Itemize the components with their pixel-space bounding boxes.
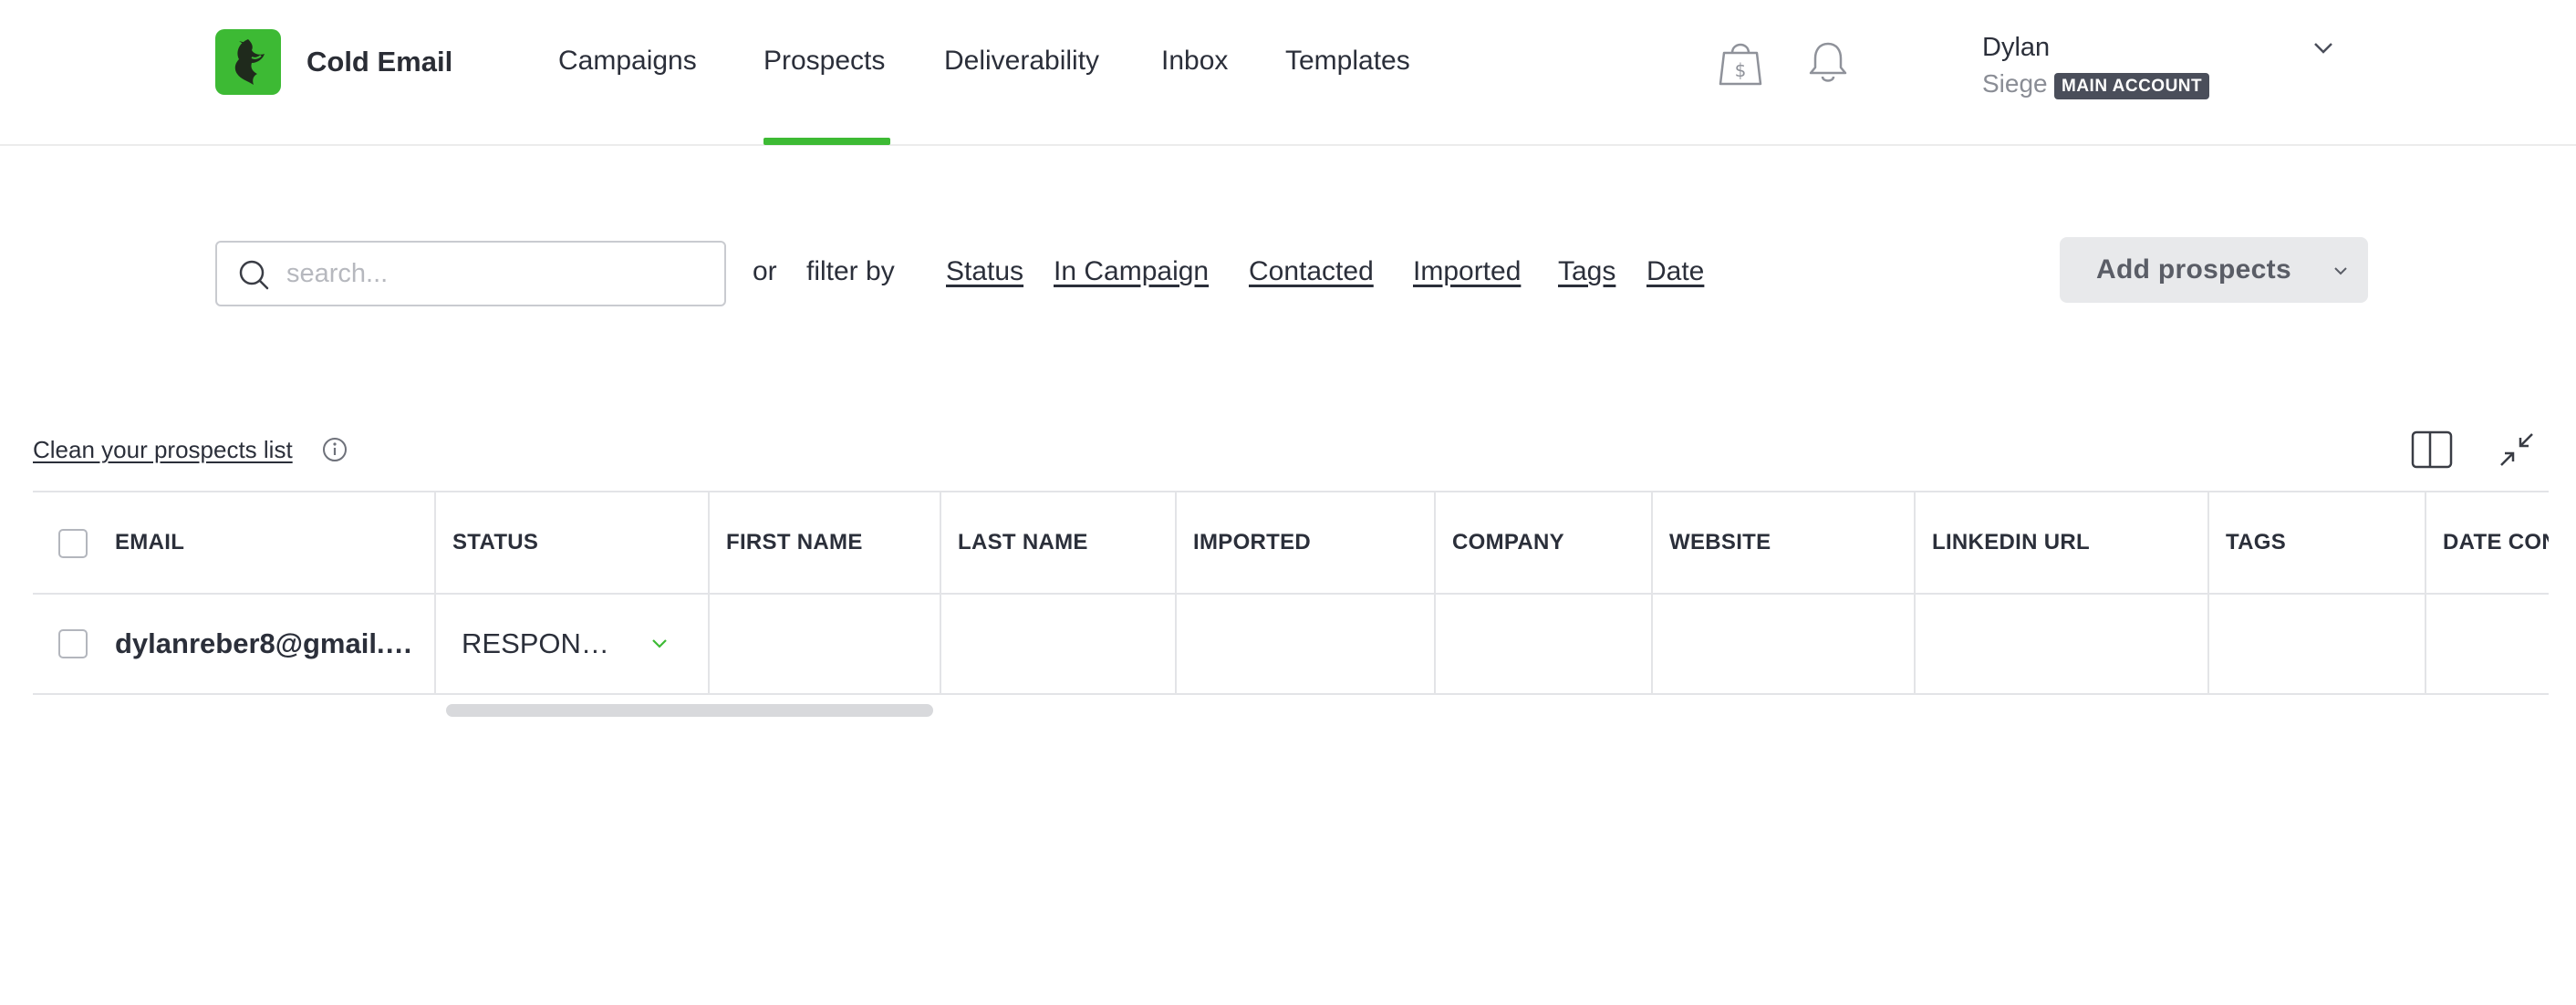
clean-prospects-link[interactable]: Clean your prospects list <box>33 436 293 464</box>
filter-status[interactable]: Status <box>946 256 1023 287</box>
table-cell-status[interactable]: RESPONDED <box>462 627 626 660</box>
select-all-checkbox[interactable] <box>58 529 88 558</box>
table-cell-email[interactable]: dylanreber8@gmail.com <box>115 627 416 660</box>
active-nav-indicator <box>763 138 890 145</box>
column-header-email[interactable]: EMAIL <box>115 530 184 555</box>
row-divider <box>33 593 2549 595</box>
account-badge: MAIN ACCOUNT <box>2054 73 2210 99</box>
filter-contacted[interactable]: Contacted <box>1249 256 1374 287</box>
user-first-name[interactable]: Dylan <box>1982 33 2050 63</box>
horizontal-scrollbar[interactable] <box>446 704 933 717</box>
nav-deliverability[interactable]: Deliverability <box>944 46 1099 77</box>
column-header-imported[interactable]: IMPORTED <box>1193 530 1311 555</box>
nav-inbox[interactable]: Inbox <box>1161 46 1228 77</box>
add-prospects-button[interactable]: Add prospects <box>2060 237 2368 303</box>
search-icon <box>239 260 269 290</box>
top-header: Cold Email Campaigns Prospects Deliverab… <box>0 0 2576 146</box>
filter-date[interactable]: Date <box>1646 256 1704 287</box>
search-input[interactable] <box>286 252 706 295</box>
filter-tags[interactable]: Tags <box>1558 256 1615 287</box>
nav-prospects[interactable]: Prospects <box>763 46 885 77</box>
row-select-checkbox[interactable] <box>58 629 88 658</box>
brand-name: Cold Email <box>306 46 453 78</box>
filter-by-label: filter by <box>806 256 895 286</box>
column-header-first-name[interactable]: FIRST NAME <box>726 530 863 555</box>
user-last-name[interactable]: Siege <box>1982 69 2048 98</box>
column-header-last-name[interactable]: LAST NAME <box>958 530 1088 555</box>
column-header-date-contacted[interactable]: DATE CONTACTED <box>2443 530 2549 555</box>
chevron-down-icon[interactable] <box>649 633 670 653</box>
column-header-company[interactable]: COMPANY <box>1452 530 1564 555</box>
or-label: or <box>753 256 777 286</box>
filter-imported[interactable]: Imported <box>1413 256 1521 287</box>
shop-button[interactable]: $ <box>1715 33 1766 91</box>
prospects-table: EMAIL STATUS FIRST NAME LAST NAME IMPORT… <box>33 491 2549 695</box>
bell-icon <box>1809 42 1847 82</box>
svg-text:$: $ <box>1735 59 1747 81</box>
bird-logo-icon <box>234 39 265 85</box>
collapse-arrows-icon[interactable] <box>2496 429 2538 471</box>
column-header-status[interactable]: STATUS <box>452 530 538 555</box>
brand-logo[interactable] <box>215 29 281 95</box>
nav-campaigns[interactable]: Campaigns <box>558 46 697 77</box>
notifications-button[interactable] <box>1802 33 1854 91</box>
column-header-linkedin-url[interactable]: LINKEDIN URL <box>1932 530 2090 555</box>
search-box[interactable] <box>215 241 726 306</box>
chevron-down-icon[interactable] <box>2310 35 2337 62</box>
filter-in-campaign[interactable]: In Campaign <box>1054 256 1209 287</box>
chevron-down-icon <box>2334 267 2347 275</box>
add-prospects-label: Add prospects <box>2096 254 2291 285</box>
nav-templates[interactable]: Templates <box>1285 46 1410 77</box>
column-header-tags[interactable]: TAGS <box>2226 530 2286 555</box>
info-icon[interactable] <box>321 436 348 463</box>
shopping-bag-dollar-icon: $ <box>1719 43 1762 86</box>
column-header-website[interactable]: WEBSITE <box>1669 530 1771 555</box>
columns-layout-icon[interactable] <box>2410 429 2454 471</box>
